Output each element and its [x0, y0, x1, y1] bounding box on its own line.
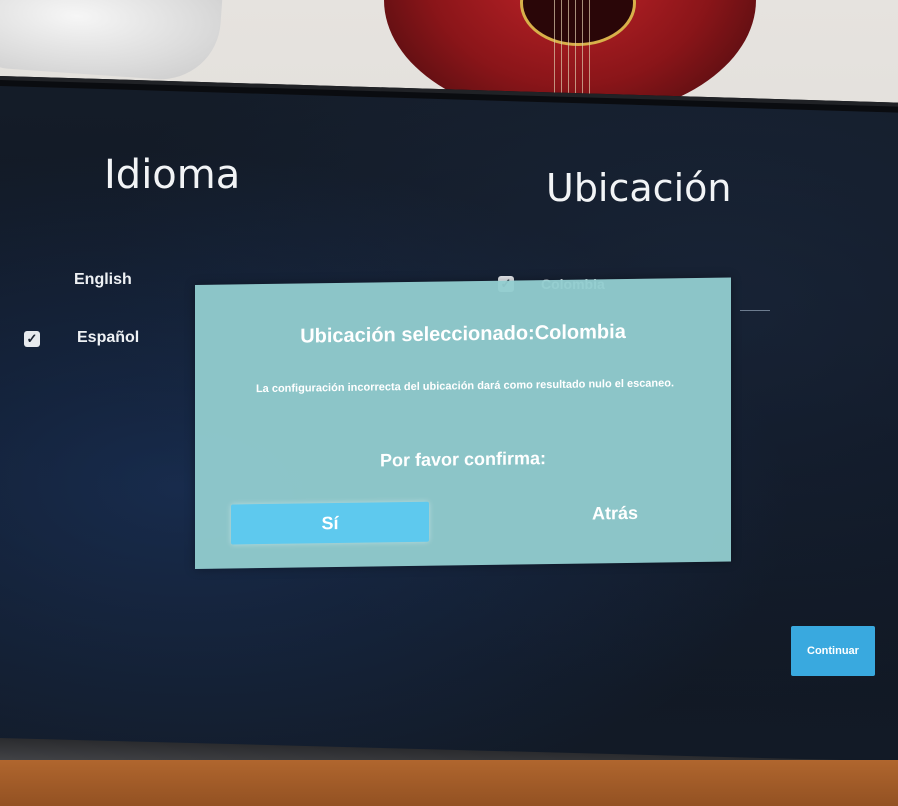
language-option-espanol[interactable]: Español: [77, 329, 139, 347]
back-button[interactable]: Atrás: [535, 492, 695, 534]
dialog-message: La configuración incorrecta del ubicació…: [255, 377, 675, 396]
guitar-strings: [548, 0, 590, 100]
location-divider: [740, 310, 770, 311]
dialog-title: Ubicación seleccionado:Colombia: [300, 320, 626, 348]
check-icon: ✓: [24, 331, 40, 347]
language-title: Idioma: [104, 152, 241, 198]
continue-button[interactable]: Continuar: [791, 626, 875, 676]
confirm-location-dialog: Ubicación seleccionado:Colombia La confi…: [195, 277, 731, 569]
location-title: Ubicación: [546, 166, 732, 210]
wooden-table: [0, 760, 898, 806]
yes-button[interactable]: Sí: [231, 501, 429, 545]
language-option-english[interactable]: English: [74, 271, 132, 289]
photo-scene: Idioma Ubicación English ✓ Español ✓ Col…: [0, 0, 898, 806]
dialog-confirm-prompt: Por favor confirma:: [379, 448, 547, 471]
